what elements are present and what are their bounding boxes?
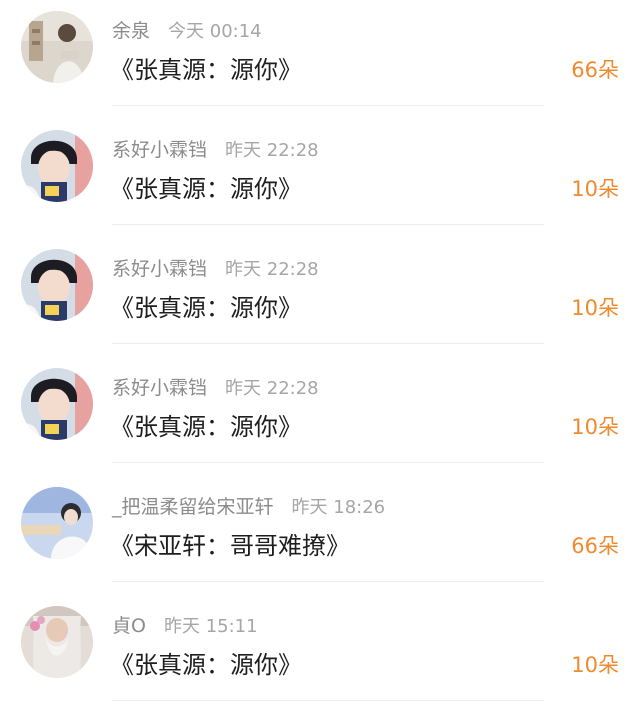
avatar-photo-icon xyxy=(21,249,93,321)
username[interactable]: 系好小霖铛 xyxy=(112,373,207,400)
avatar-photo-icon xyxy=(21,11,93,83)
avatar-photo-icon xyxy=(21,130,93,202)
username[interactable]: _把温柔留给宋亚轩 xyxy=(112,492,274,519)
gift-count: 66朵 xyxy=(571,534,619,558)
gift-count: 10朵 xyxy=(571,415,619,439)
avatar-photo-icon xyxy=(21,606,93,678)
list-item[interactable]: 系好小霖铛 昨天 22:28 《张真源：源你》 10朵 xyxy=(0,357,640,476)
avatar[interactable] xyxy=(21,130,93,202)
timestamp: 昨天 22:28 xyxy=(225,140,319,161)
song-title[interactable]: 《张真源：源你》 xyxy=(110,169,302,204)
divider xyxy=(112,224,544,225)
gift-count: 66朵 xyxy=(571,58,619,82)
username[interactable]: 余泉 xyxy=(112,16,150,43)
song-title[interactable]: 《张真源：源你》 xyxy=(110,288,302,323)
list-item[interactable]: 系好小霖铛 昨天 22:28 《张真源：源你》 10朵 xyxy=(0,119,640,238)
timestamp: 今天 00:14 xyxy=(168,21,262,42)
username[interactable]: 系好小霖铛 xyxy=(112,254,207,281)
timestamp: 昨天 22:28 xyxy=(225,259,319,280)
gift-record-list: 余泉 今天 00:14 《张真源：源你》 66朵 系好小霖铛 昨天 22:28 … xyxy=(0,0,640,709)
divider xyxy=(112,105,544,106)
gift-count: 10朵 xyxy=(571,653,619,677)
divider xyxy=(112,581,544,582)
avatar[interactable] xyxy=(21,249,93,321)
avatar[interactable] xyxy=(21,487,93,559)
list-item[interactable]: _把温柔留给宋亚轩 昨天 18:26 《宋亚轩：哥哥难撩》 66朵 xyxy=(0,476,640,595)
gift-count: 10朵 xyxy=(571,296,619,320)
divider xyxy=(112,462,544,463)
timestamp: 昨天 22:28 xyxy=(225,378,319,399)
gift-count: 10朵 xyxy=(571,177,619,201)
list-item[interactable]: 系好小霖铛 昨天 22:28 《张真源：源你》 10朵 xyxy=(0,238,640,357)
song-title[interactable]: 《张真源：源你》 xyxy=(110,407,302,442)
avatar[interactable] xyxy=(21,606,93,678)
timestamp: 昨天 15:11 xyxy=(163,616,258,637)
song-title[interactable]: 《张真源：源你》 xyxy=(110,50,302,85)
username[interactable]: 系好小霖铛 xyxy=(112,135,207,162)
song-title[interactable]: 《宋亚轩：哥哥难撩》 xyxy=(110,526,350,561)
avatar-photo-icon xyxy=(21,487,93,559)
divider xyxy=(112,343,544,344)
list-item[interactable]: 余泉 今天 00:14 《张真源：源你》 66朵 xyxy=(0,0,640,119)
list-item[interactable]: 貞O 昨天 15:11 《张真源：源你》 10朵 xyxy=(0,595,640,714)
divider xyxy=(112,700,544,701)
avatar-photo-icon xyxy=(21,368,93,440)
username[interactable]: 貞O xyxy=(112,611,146,638)
song-title[interactable]: 《张真源：源你》 xyxy=(110,645,302,680)
timestamp: 昨天 18:26 xyxy=(291,497,386,518)
avatar[interactable] xyxy=(21,368,93,440)
avatar[interactable] xyxy=(21,11,93,83)
